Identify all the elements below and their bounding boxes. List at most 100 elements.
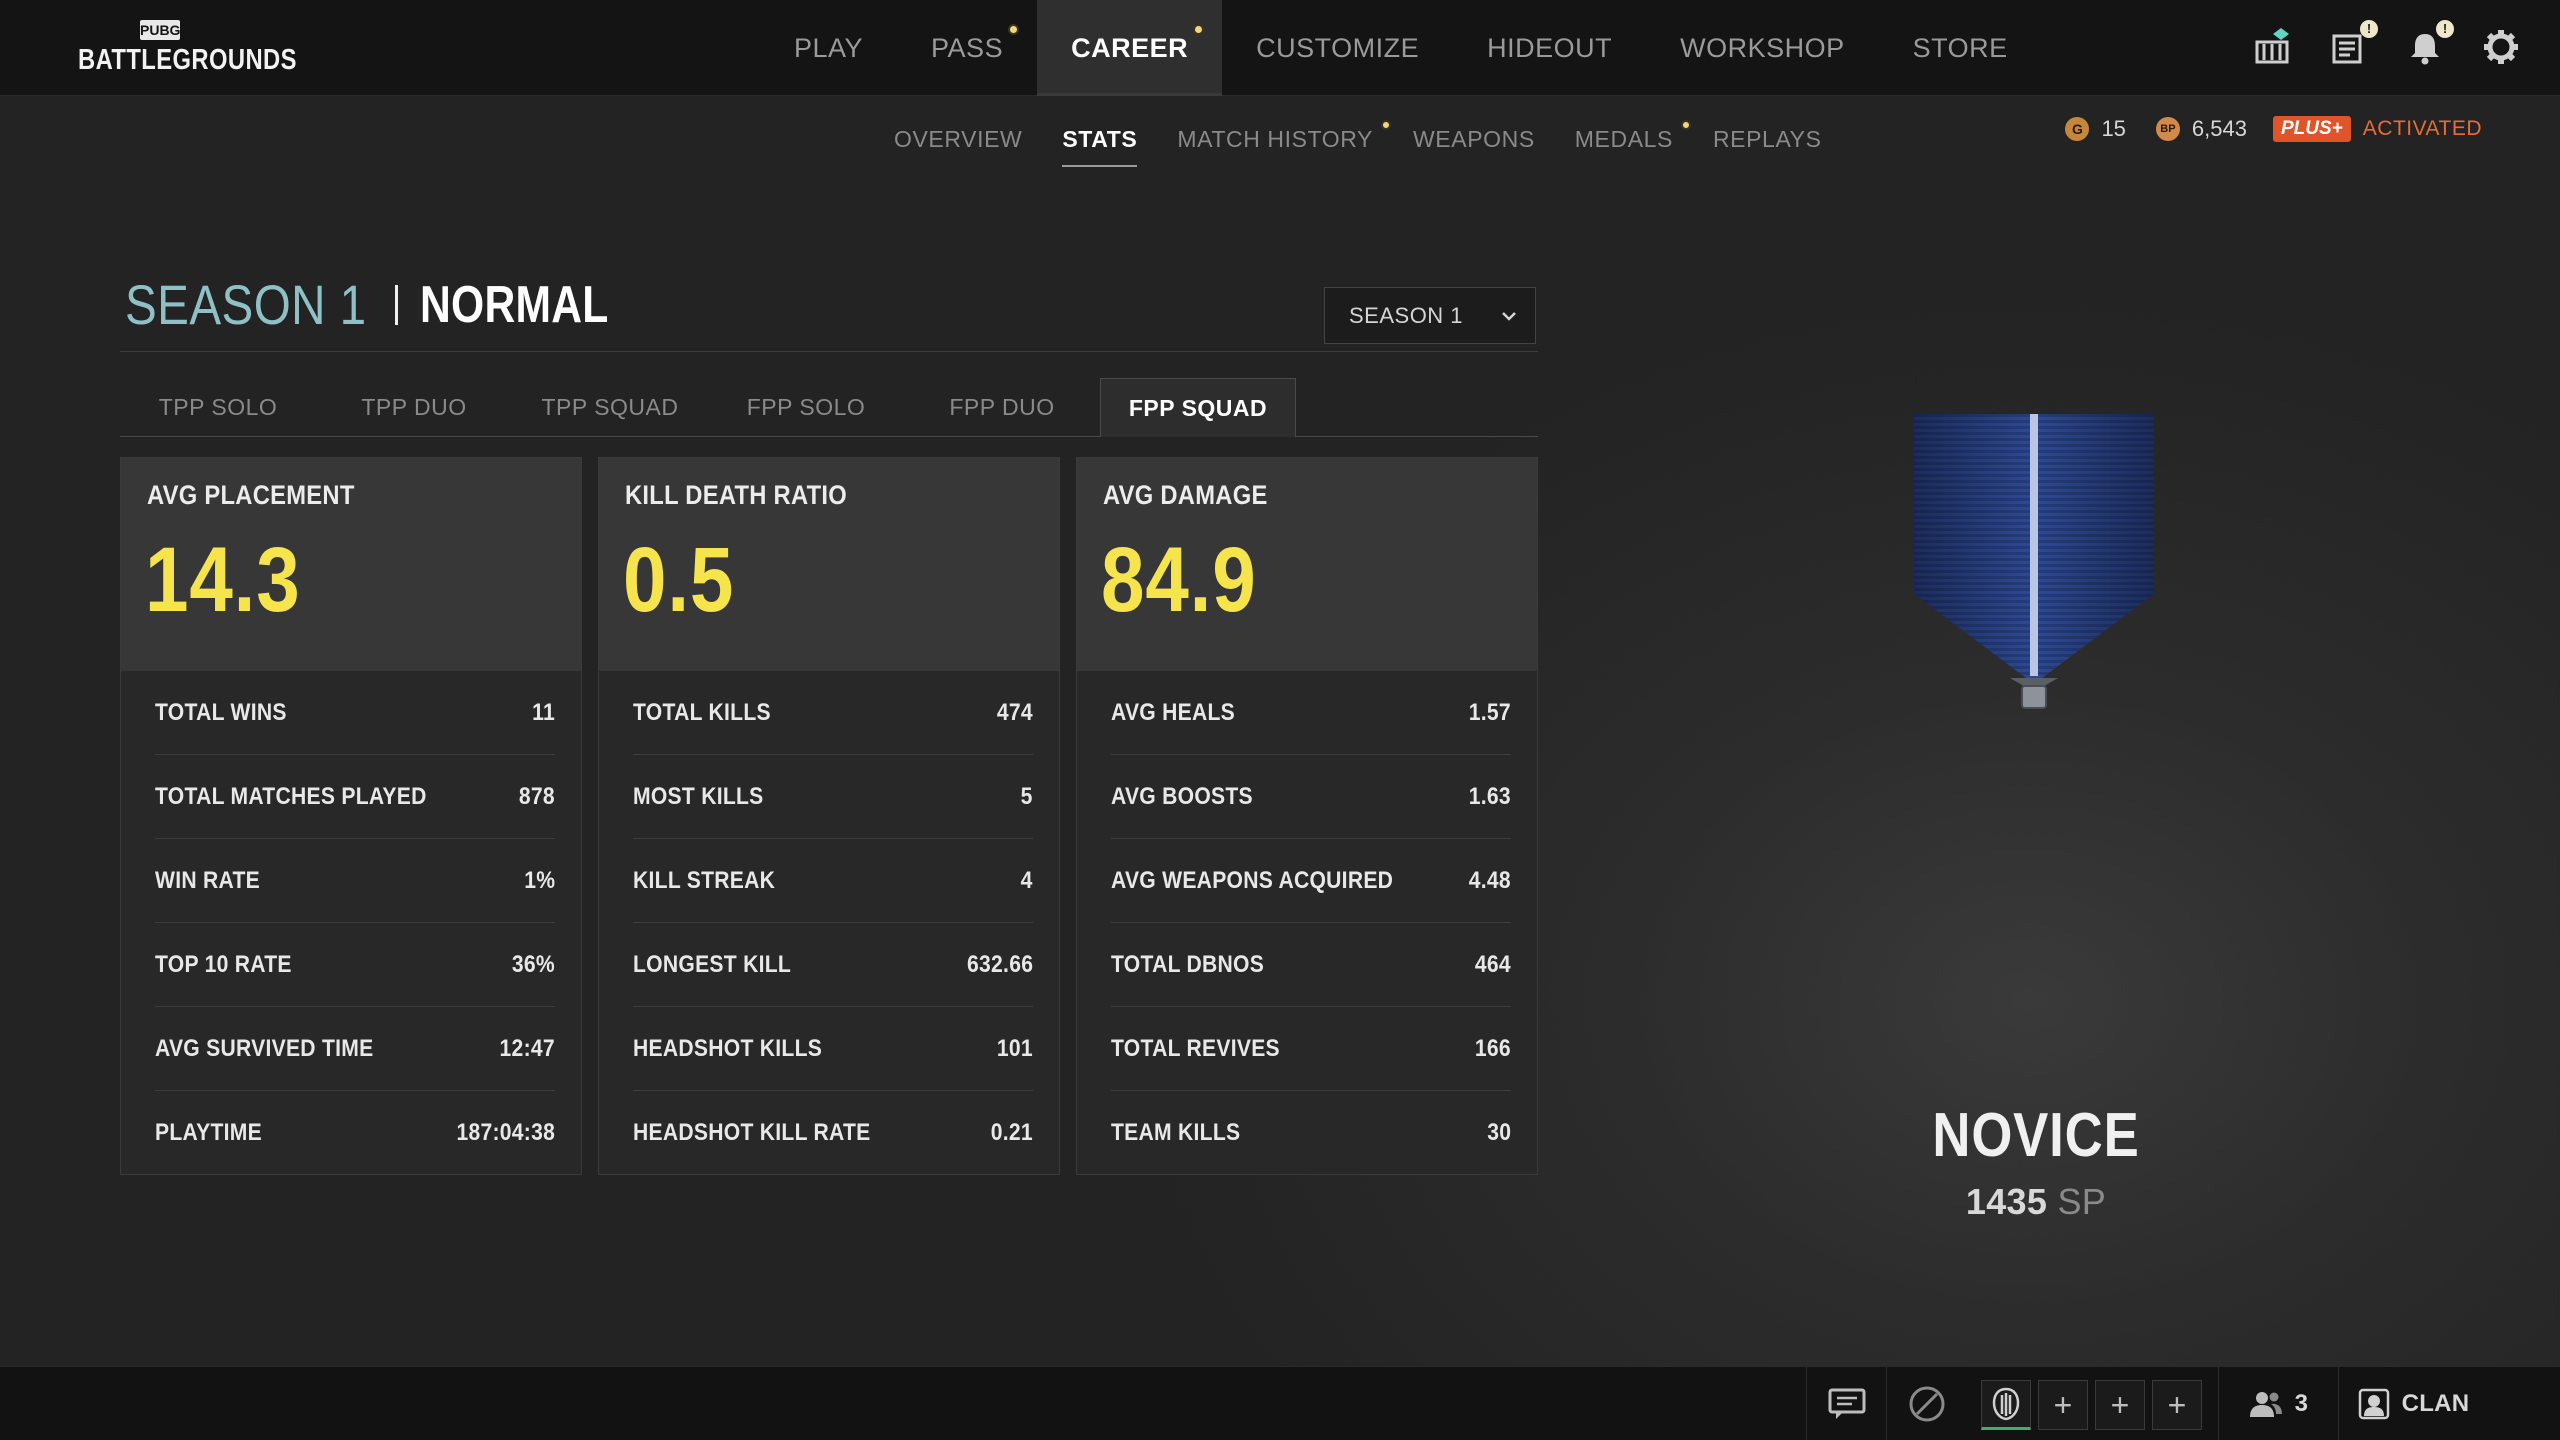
stat-row: TOP 10 RATE 36%	[155, 923, 555, 1007]
alert-badge: !	[2436, 20, 2454, 38]
rank-points: 1435 SP	[1836, 1181, 2236, 1223]
clan-button[interactable]: CLAN	[2338, 1367, 2488, 1440]
card-avg-damage: AVG DAMAGE 84.9 AVG HEALS 1.57 AVG BOOSTS…	[1076, 457, 1538, 1175]
chevron-down-icon	[1499, 306, 1519, 326]
gear-icon[interactable]	[2480, 26, 2522, 68]
stat-list: TOTAL KILLS 474 MOST KILLS 5 KILL STREAK 4 …	[599, 671, 1059, 1175]
stat-row: AVG SURVIVED TIME 12:47	[155, 1007, 555, 1091]
title-divider	[395, 284, 399, 325]
clan-label: CLAN	[2401, 1390, 2470, 1417]
game-logo[interactable]: PUBG BATTLEGROUNDS	[78, 20, 297, 78]
subtab-replays[interactable]: REPLAYS	[1713, 126, 1822, 153]
card-title: AVG DAMAGE	[1103, 480, 1268, 510]
season-dropdown-value: SEASON 1	[1349, 302, 1464, 328]
bp-amount: 6,543	[2191, 116, 2247, 141]
player-emblem-icon	[1992, 1387, 2020, 1421]
chat-icon[interactable]	[1806, 1367, 1886, 1440]
subtab-match-history[interactable]: MATCH HISTORY	[1177, 120, 1391, 153]
bell-icon[interactable]: !	[2404, 20, 2454, 68]
compass-icon[interactable]	[1886, 1367, 1966, 1440]
stat-row: KILL STREAK 4	[633, 839, 1033, 923]
season-dropdown[interactable]: SEASON 1	[1324, 287, 1536, 344]
season-header: SEASON 1 NORMAL	[125, 272, 650, 337]
friends-button[interactable]: 3	[2218, 1367, 2338, 1440]
logo-wordmark: BATTLEGROUNDS	[78, 44, 297, 76]
notification-dot	[1008, 24, 1020, 35]
tab-fpp-solo[interactable]: FPP SOLO	[708, 378, 904, 436]
party-slot-add[interactable]: +	[2095, 1380, 2145, 1430]
card-main-value: 84.9	[1101, 529, 1257, 631]
tab-tpp-duo[interactable]: TPP DUO	[316, 378, 512, 436]
logo-pubg-mark: PUBG	[140, 20, 181, 40]
card-kill-death-ratio: KILL DEATH RATIO 0.5 TOTAL KILLS 474 MOST…	[598, 457, 1060, 1175]
subtab-overview[interactable]: OVERVIEW	[894, 126, 1022, 153]
nav-workshop[interactable]: WORKSHOP	[1646, 0, 1879, 96]
card-header: AVG PLACEMENT 14.3	[121, 458, 581, 671]
party-slot-self[interactable]	[1981, 1380, 2031, 1430]
stat-row: AVG WEAPONS ACQUIRED 4.48	[1111, 839, 1511, 923]
subtab-medals[interactable]: MEDALS	[1575, 120, 1691, 153]
stat-row: TOTAL WINS 11	[155, 671, 555, 755]
notification-dot	[1680, 120, 1691, 130]
top-icons: ! !	[2252, 20, 2522, 68]
rank-name: NOVICE	[1932, 1101, 2140, 1170]
career-subtabs: OVERVIEW STATS MATCH HISTORY WEAPONS MED…	[894, 120, 1822, 167]
plus-status: ACTIVATED	[2362, 117, 2482, 140]
stat-row: PLAYTIME 187:04:38	[155, 1119, 555, 1146]
nav-store[interactable]: STORE	[1879, 0, 2042, 96]
tab-fpp-duo[interactable]: FPP DUO	[904, 378, 1100, 436]
card-header: KILL DEATH RATIO 0.5	[599, 458, 1059, 671]
stat-row: LONGEST KILL 632.66	[633, 923, 1033, 1007]
stat-row: HEADSHOT KILL RATE 0.21	[633, 1119, 1033, 1146]
header-divider	[120, 351, 1538, 352]
season-title: SEASON 1	[125, 273, 367, 336]
stat-list: AVG HEALS 1.57 AVG BOOSTS 1.63 AVG WEAPONS…	[1077, 671, 1537, 1175]
rank-panel: NOVICE 1435 SP	[1836, 1100, 2236, 1223]
nav-play[interactable]: PLAY	[760, 0, 897, 96]
currency-bar: G 15 BP 6,543 PLUS+ ACTIVATED	[2065, 116, 2482, 142]
stat-row: TOTAL MATCHES PLAYED 878	[155, 755, 555, 839]
stat-row: WIN RATE 1%	[155, 839, 555, 923]
stat-row: AVG BOOSTS 1.63	[1111, 755, 1511, 839]
news-icon[interactable]: !	[2328, 20, 2378, 68]
plus-badge[interactable]: PLUS+	[2272, 116, 2351, 142]
nav-pass[interactable]: PASS	[897, 0, 1037, 96]
party-slot-add[interactable]: +	[2038, 1380, 2088, 1430]
tab-tpp-squad[interactable]: TPP SQUAD	[512, 378, 708, 436]
mode-title: NORMAL	[420, 275, 609, 334]
bottom-bar: + + + 3 CLAN	[0, 1366, 2560, 1440]
stat-row: TEAM KILLS 30	[1111, 1119, 1511, 1146]
subtab-weapons[interactable]: WEAPONS	[1413, 126, 1535, 153]
notification-dot	[1193, 24, 1205, 35]
stat-list: TOTAL WINS 11 TOTAL MATCHES PLAYED 878 WIN…	[121, 671, 581, 1175]
card-main-value: 0.5	[623, 529, 735, 631]
g-coin-icon: G	[2065, 117, 2090, 141]
party-slot-add[interactable]: +	[2152, 1380, 2202, 1430]
friends-icon	[2249, 1392, 2282, 1417]
mode-tabs: TPP SOLO TPP DUO TPP SQUAD FPP SOLO FPP …	[120, 378, 1538, 437]
card-title: KILL DEATH RATIO	[625, 480, 848, 510]
store-crate-icon[interactable]	[2252, 26, 2294, 68]
bp-icon: BP	[2155, 117, 2180, 141]
card-title: AVG PLACEMENT	[147, 480, 355, 510]
card-header: AVG DAMAGE 84.9	[1077, 458, 1537, 671]
stat-row: MOST KILLS 5	[633, 755, 1033, 839]
rank-points-unit: SP	[2057, 1181, 2107, 1222]
subtab-stats[interactable]: STATS	[1062, 126, 1138, 167]
tab-tpp-solo[interactable]: TPP SOLO	[120, 378, 316, 436]
stat-row: TOTAL REVIVES 166	[1111, 1007, 1511, 1091]
main-nav: PLAY PASS CAREER CUSTOMIZE HIDEOUT WORKS…	[760, 0, 2042, 96]
friends-count: 3	[2294, 1390, 2309, 1417]
card-avg-placement: AVG PLACEMENT 14.3 TOTAL WINS 11 TOTAL MA…	[120, 457, 582, 1175]
stat-row: HEADSHOT KILLS 101	[633, 1007, 1033, 1091]
clan-icon	[2358, 1388, 2389, 1420]
stat-row: TOTAL DBNOS 464	[1111, 923, 1511, 1007]
rank-medal-icon	[1914, 414, 2154, 724]
nav-hideout[interactable]: HIDEOUT	[1453, 0, 1646, 96]
stat-row: AVG HEALS 1.57	[1111, 671, 1511, 755]
alert-badge: !	[2360, 20, 2378, 38]
nav-customize[interactable]: CUSTOMIZE	[1222, 0, 1453, 96]
top-bar: PUBG BATTLEGROUNDS PLAY PASS CAREER CUST…	[0, 0, 2560, 96]
tab-fpp-squad[interactable]: FPP SQUAD	[1100, 378, 1296, 437]
nav-career[interactable]: CAREER	[1037, 0, 1223, 96]
